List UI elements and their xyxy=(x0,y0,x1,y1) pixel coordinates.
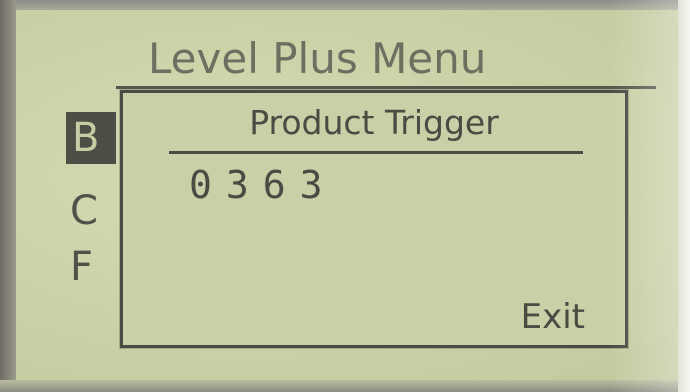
lcd-screen: Level Plus Menu B C F Product Trigger 03… xyxy=(16,10,678,380)
product-trigger-value-field[interactable]: 0363 xyxy=(189,163,337,207)
device-bezel-bottom xyxy=(0,380,690,392)
product-trigger-dialog: Product Trigger 0363 Exit xyxy=(120,90,628,348)
menu-item-f[interactable]: F xyxy=(70,244,94,290)
menu-title: Level Plus Menu xyxy=(148,34,487,83)
exit-button[interactable]: Exit xyxy=(521,297,585,337)
menu-item-c[interactable]: C xyxy=(70,188,99,234)
menu-item-b-selected[interactable]: B xyxy=(66,112,116,164)
dialog-title: Product Trigger xyxy=(249,103,499,142)
device-bezel-right xyxy=(678,0,690,392)
menu-title-divider xyxy=(116,86,656,89)
device-bezel-top xyxy=(0,0,690,10)
device-bezel-left xyxy=(0,0,16,392)
device-photo: Level Plus Menu B C F Product Trigger 03… xyxy=(0,0,690,392)
dialog-title-divider xyxy=(169,151,583,154)
